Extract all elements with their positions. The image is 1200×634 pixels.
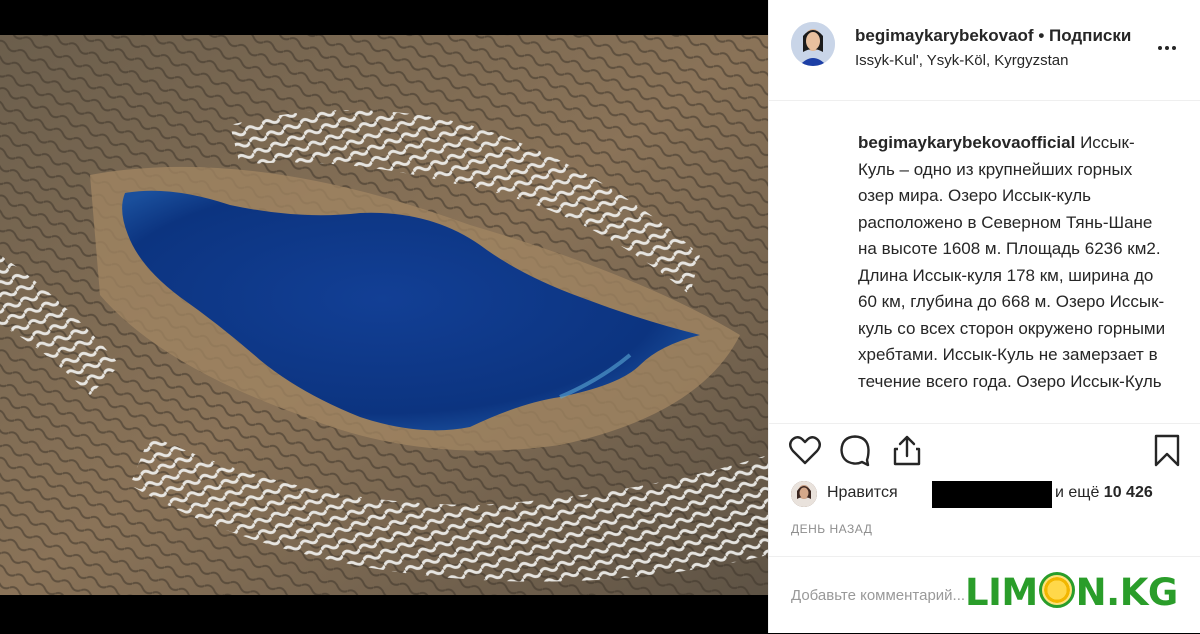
post-header: begimaykarybekovaof • Подписки Issyk-Kul… bbox=[769, 0, 1200, 101]
likes-row: Нравится и ещё 10 426 bbox=[791, 480, 1191, 510]
liked-by-label: Нравится bbox=[827, 484, 898, 501]
post-username-line: begimaykarybekovaof • Подписки bbox=[855, 26, 1131, 46]
more-options-button[interactable] bbox=[1155, 36, 1179, 60]
bookmark-icon bbox=[1154, 434, 1180, 467]
user-avatar-icon bbox=[791, 22, 835, 66]
comment-bar: LIM N.KG bbox=[769, 556, 1200, 634]
share-button[interactable] bbox=[889, 432, 925, 468]
follow-button[interactable]: Подписки bbox=[1049, 26, 1131, 45]
post-caption: begimaykarybekovaofficial Иссык-Куль – о… bbox=[858, 130, 1168, 410]
separator-dot: • bbox=[1038, 26, 1045, 45]
comment-bubble-icon bbox=[840, 435, 870, 467]
liker-avatar[interactable] bbox=[791, 481, 817, 507]
watermark-logo: LIM N.KG bbox=[965, 571, 1178, 614]
comment-button[interactable] bbox=[837, 432, 873, 468]
avatar[interactable] bbox=[791, 22, 835, 66]
heart-icon bbox=[789, 436, 821, 465]
post-timestamp[interactable]: ДЕНЬ НАЗАД bbox=[791, 522, 872, 536]
watermark-text-end: N.KG bbox=[1075, 571, 1179, 614]
caption-username[interactable]: begimaykarybekovaofficial bbox=[858, 133, 1075, 152]
location-link[interactable]: Issyk-Kul', Ysyk-Köl, Kyrgyzstan bbox=[855, 52, 1068, 69]
watermark-text-start: LIM bbox=[965, 571, 1038, 614]
post-side-panel: begimaykarybekovaof • Подписки Issyk-Kul… bbox=[768, 0, 1200, 633]
post-photo-area bbox=[0, 0, 768, 633]
username-link[interactable]: begimaykarybekovaof bbox=[855, 26, 1034, 45]
redacted-username bbox=[932, 481, 1052, 508]
share-icon bbox=[893, 435, 921, 466]
post-photo[interactable] bbox=[0, 35, 768, 595]
likes-count: 10 426 bbox=[1103, 484, 1153, 501]
likes-and-more-label: и ещё bbox=[1055, 484, 1100, 501]
caption-text: Иссык-Куль – одно из крупнейших горных о… bbox=[858, 133, 1166, 391]
save-button[interactable] bbox=[1149, 432, 1185, 468]
lemon-icon bbox=[1038, 572, 1075, 608]
liker-avatar-icon bbox=[791, 481, 817, 507]
likes-count-link[interactable]: и ещё 10 426 bbox=[1055, 484, 1153, 502]
more-dots-icon bbox=[1158, 46, 1176, 50]
satellite-lake-image bbox=[0, 35, 768, 595]
comment-input[interactable] bbox=[789, 581, 983, 609]
like-button[interactable] bbox=[787, 432, 823, 468]
post-actions-bar bbox=[769, 423, 1200, 474]
